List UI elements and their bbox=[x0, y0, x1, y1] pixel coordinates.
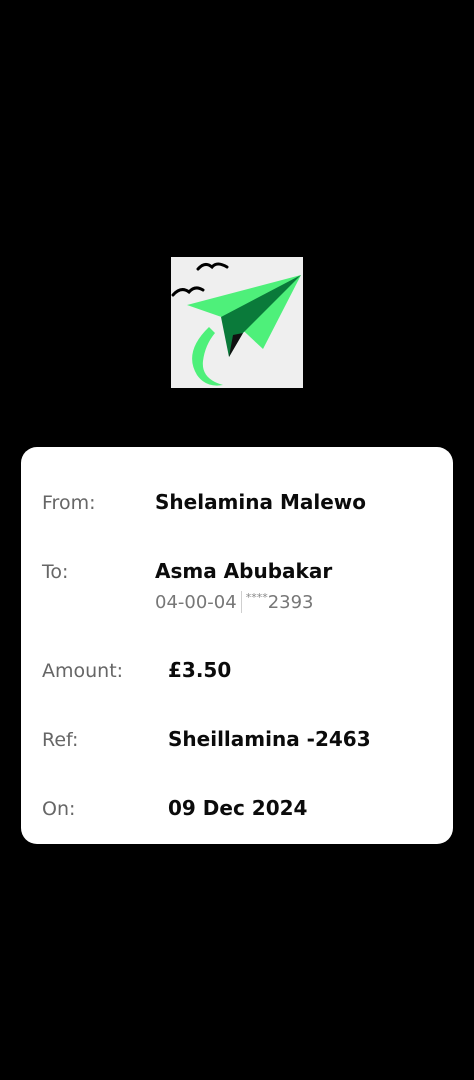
ref-label: Ref: bbox=[42, 729, 79, 751]
payment-receipt-screen: From: Shelamina Malewo To: Asma Abubakar… bbox=[0, 0, 474, 1080]
account-mask: **** bbox=[245, 590, 268, 604]
account-separator bbox=[240, 591, 242, 613]
account-last-digits: 2393 bbox=[267, 591, 314, 613]
account-details: 04-00-04 **** 2393 bbox=[155, 591, 314, 613]
sort-code: 04-00-04 bbox=[155, 591, 237, 613]
to-value: Asma Abubakar bbox=[155, 559, 333, 583]
from-value: Shelamina Malewo bbox=[155, 490, 366, 514]
date-value: 09 Dec 2024 bbox=[168, 796, 308, 820]
paper-plane-logo-icon bbox=[171, 257, 303, 388]
date-label: On: bbox=[42, 798, 76, 820]
ref-value: Sheillamina -2463 bbox=[168, 727, 371, 751]
receipt-card: From: Shelamina Malewo To: Asma Abubakar… bbox=[21, 447, 453, 844]
to-label: To: bbox=[42, 561, 69, 583]
amount-value: £3.50 bbox=[168, 658, 232, 682]
amount-label: Amount: bbox=[42, 660, 124, 682]
from-label: From: bbox=[42, 492, 96, 514]
